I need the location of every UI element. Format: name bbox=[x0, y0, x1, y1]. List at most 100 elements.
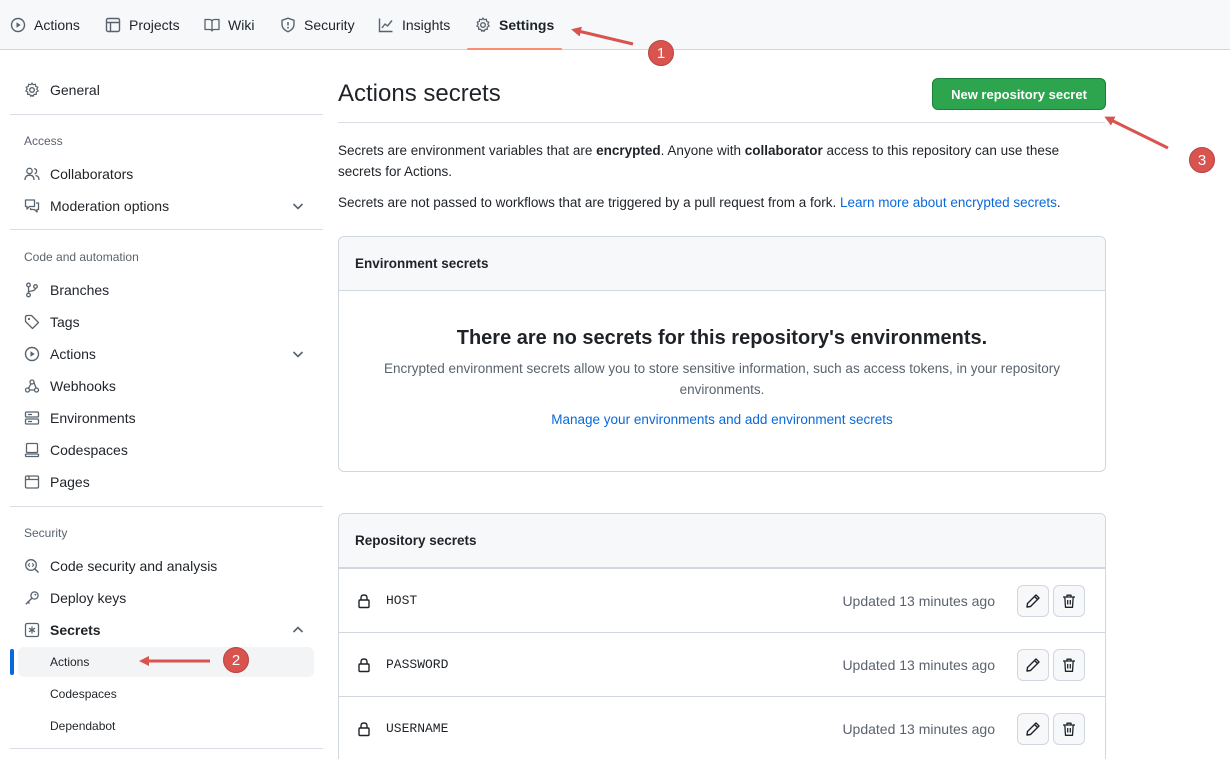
sidebar-subitem-actions[interactable]: Actions bbox=[18, 647, 314, 677]
server-icon bbox=[24, 411, 40, 425]
annotation-badge: 3 bbox=[1189, 147, 1215, 173]
sidebar-item-label: Environments bbox=[50, 410, 136, 426]
sidebar-item-webhooks[interactable]: Webhooks bbox=[10, 371, 314, 401]
tab-label: Wiki bbox=[228, 17, 255, 33]
sidebar-item-tags[interactable]: Tags bbox=[10, 307, 314, 337]
sidebar-item-label: Collaborators bbox=[50, 166, 134, 182]
codescan-icon bbox=[25, 559, 40, 574]
edit-secret-button[interactable] bbox=[1017, 649, 1049, 681]
secret-row: PASSWORD Updated 13 minutes ago bbox=[339, 632, 1105, 696]
secret-name: HOST bbox=[386, 593, 418, 608]
desc-bold-collaborator: collaborator bbox=[744, 143, 823, 158]
trash-icon bbox=[1063, 594, 1075, 608]
sidebar-item-branches[interactable]: Branches bbox=[10, 275, 314, 305]
repo-nav: Actions Projects Wiki Security Insights … bbox=[0, 0, 1230, 50]
sidebar-heading-security: Security bbox=[24, 526, 68, 540]
tab-label: Insights bbox=[402, 17, 451, 33]
delete-secret-button[interactable] bbox=[1053, 713, 1085, 745]
sidebar-divider bbox=[10, 114, 323, 115]
edit-secret-button[interactable] bbox=[1017, 713, 1049, 745]
tab-projects[interactable]: Projects bbox=[105, 0, 180, 50]
codespaces-icon bbox=[24, 442, 40, 458]
new-repository-secret-button[interactable]: New repository secret bbox=[932, 78, 1106, 110]
people-icon bbox=[24, 167, 40, 181]
sidebar-item-label: Branches bbox=[50, 282, 110, 298]
sidebar-subitem-codespaces[interactable]: Codespaces bbox=[18, 679, 314, 709]
sidebar-heading-access: Access bbox=[24, 134, 63, 148]
tab-actions[interactable]: Actions bbox=[10, 0, 80, 50]
sidebar-item-pages[interactable]: Pages bbox=[10, 467, 314, 497]
chevron-down-icon bbox=[292, 203, 304, 210]
secret-updated: Updated 13 minutes ago bbox=[842, 657, 995, 673]
tab-wiki[interactable]: Wiki bbox=[204, 0, 254, 50]
lock-icon bbox=[358, 594, 370, 609]
tab-label: Projects bbox=[129, 17, 180, 33]
sidebar-item-label: Tags bbox=[50, 314, 80, 330]
secret-updated: Updated 13 minutes ago bbox=[842, 593, 995, 609]
sidebar-item-label: Pages bbox=[50, 474, 90, 490]
sidebar-item-environments[interactable]: Environments bbox=[10, 403, 314, 433]
manage-environments-link[interactable]: Manage your environments and add environ… bbox=[551, 412, 892, 427]
repository-secrets-header: Repository secrets bbox=[339, 514, 1105, 568]
sidebar-item-label: Webhooks bbox=[50, 378, 116, 394]
environment-secrets-header: Environment secrets bbox=[339, 237, 1105, 291]
title-divider bbox=[338, 122, 1105, 123]
secret-row: HOST Updated 13 minutes ago bbox=[339, 568, 1105, 632]
secret-name: USERNAME bbox=[386, 721, 449, 736]
trash-icon bbox=[1063, 658, 1075, 672]
lock-icon bbox=[358, 658, 370, 673]
sidebar-item-actions[interactable]: Actions bbox=[10, 339, 314, 369]
tab-label: Actions bbox=[34, 17, 80, 33]
gear-icon bbox=[25, 82, 39, 97]
desc-text: . Anyone with bbox=[660, 143, 745, 158]
book-icon bbox=[204, 18, 220, 32]
sidebar-item-secrets[interactable]: Secrets bbox=[10, 615, 314, 645]
trash-icon bbox=[1063, 722, 1075, 736]
sidebar-item-label: Actions bbox=[50, 346, 96, 362]
learn-more-link[interactable]: Learn more about encrypted secrets bbox=[840, 195, 1057, 210]
graph-icon bbox=[378, 18, 393, 33]
annotation-badge: 1 bbox=[648, 40, 674, 66]
desc-text: Secrets are not passed to workflows that… bbox=[338, 195, 840, 210]
sidebar-item-label: General bbox=[50, 82, 100, 98]
git-branch-icon bbox=[26, 282, 38, 298]
sidebar-item-label: Secrets bbox=[50, 622, 101, 638]
tab-security[interactable]: Security bbox=[280, 0, 355, 50]
pencil-icon bbox=[1026, 722, 1040, 736]
table-icon bbox=[105, 17, 121, 33]
sidebar-divider bbox=[10, 229, 323, 230]
sidebar-item-general[interactable]: General bbox=[10, 75, 314, 105]
sidebar-item-label: Moderation options bbox=[50, 198, 170, 214]
repository-secrets-box: Repository secrets HOST Updated 13 minut… bbox=[338, 513, 1106, 759]
tab-insights[interactable]: Insights bbox=[378, 0, 450, 50]
sidebar-item-label: Codespaces bbox=[50, 442, 128, 458]
chevron-down-icon bbox=[292, 351, 304, 358]
sidebar-item-label: Deploy keys bbox=[50, 590, 127, 606]
environment-secrets-box: Environment secrets There are no secrets… bbox=[338, 236, 1106, 472]
desc-bold-encrypted: encrypted bbox=[596, 143, 661, 158]
active-indicator bbox=[10, 649, 14, 675]
blankslate-link-wrap: Manage your environments and add environ… bbox=[339, 412, 1105, 427]
shield-icon bbox=[281, 17, 295, 33]
edit-secret-button[interactable] bbox=[1017, 585, 1049, 617]
tab-settings[interactable]: Settings bbox=[466, 0, 563, 50]
sidebar-item-collaborators[interactable]: Collaborators bbox=[10, 159, 314, 189]
sidebar-subitem-dependabot[interactable]: Dependabot bbox=[18, 711, 314, 741]
secret-name: PASSWORD bbox=[386, 657, 449, 672]
key-icon bbox=[25, 591, 39, 605]
fork-note: Secrets are not passed to workflows that… bbox=[338, 192, 1098, 213]
sidebar-item-moderation[interactable]: Moderation options bbox=[10, 191, 314, 221]
play-icon bbox=[10, 17, 26, 33]
delete-secret-button[interactable] bbox=[1053, 649, 1085, 681]
chevron-up-icon bbox=[292, 626, 304, 633]
secrets-description: Secrets are environment variables that a… bbox=[338, 140, 1098, 182]
sidebar-item-code-security[interactable]: Code security and analysis bbox=[10, 551, 314, 581]
desc-text: Secrets are environment variables that a… bbox=[338, 143, 597, 158]
sidebar-item-codespaces[interactable]: Codespaces bbox=[10, 435, 314, 465]
sidebar-item-deploy-keys[interactable]: Deploy keys bbox=[10, 583, 314, 613]
pencil-icon bbox=[1026, 658, 1040, 672]
sidebar-divider bbox=[10, 748, 323, 749]
secret-row: USERNAME Updated 13 minutes ago bbox=[339, 696, 1105, 759]
key-asterisk-icon bbox=[24, 622, 40, 638]
delete-secret-button[interactable] bbox=[1053, 585, 1085, 617]
